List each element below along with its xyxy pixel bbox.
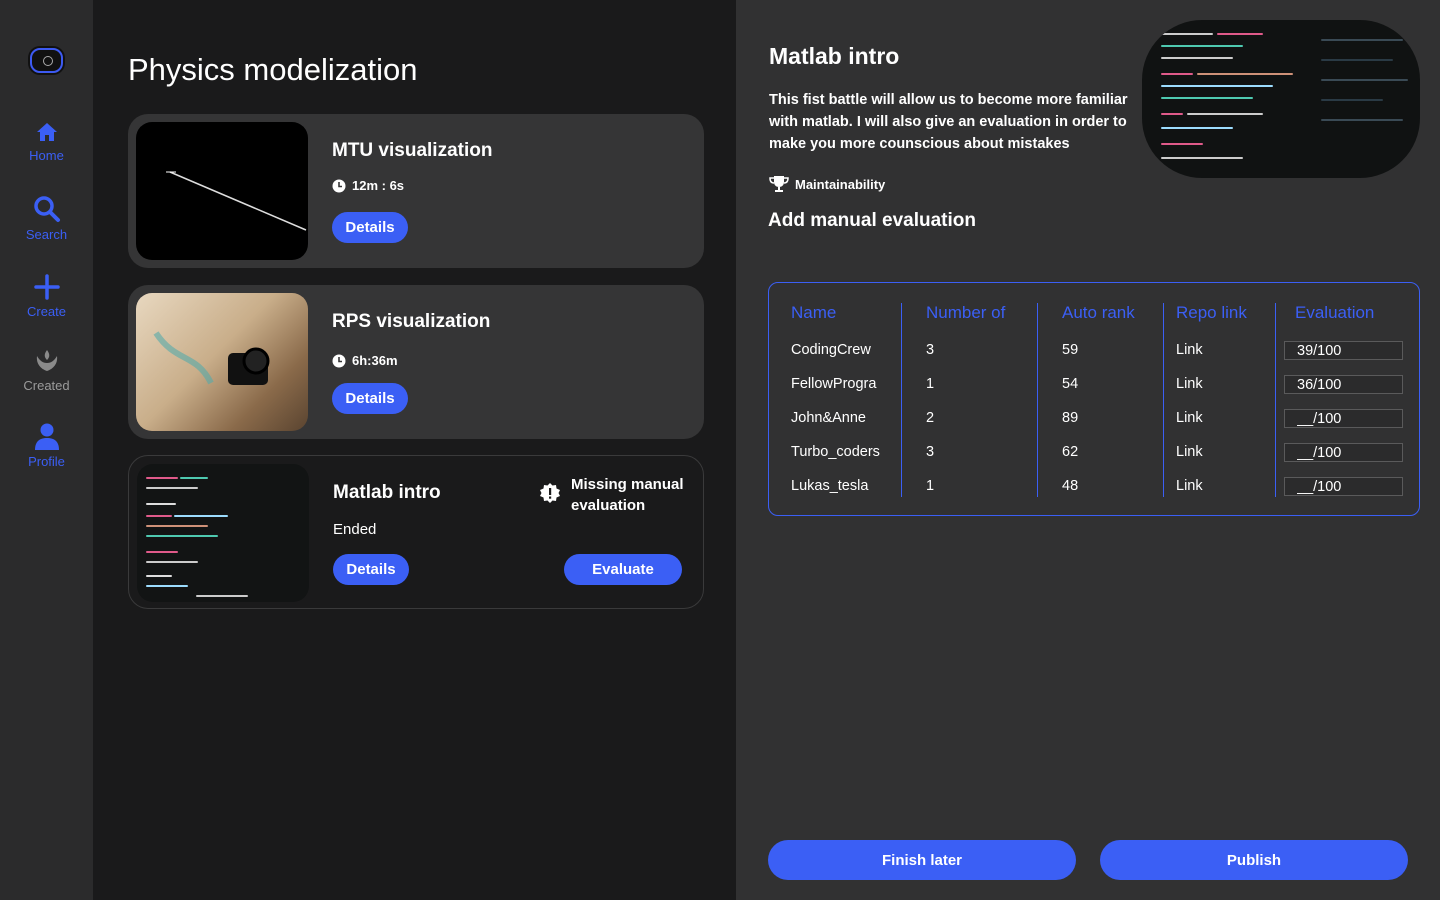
sidebar-item-label: Created (23, 378, 70, 393)
battle-detail-panel: Matlab intro This fist battle will allow… (736, 0, 1440, 900)
table-column-rank: Auto rank 59 54 89 62 48 (1037, 303, 1163, 497)
card-title: RPS visualization (332, 311, 491, 332)
card-thumbnail (137, 464, 309, 602)
sidebar-item-label: Home (29, 148, 64, 163)
page-title: Physics modelization (128, 52, 418, 87)
table-header-number: Number of (926, 303, 1006, 322)
card-duration-text: 6h:36m (352, 353, 398, 368)
evaluation-input[interactable] (1284, 409, 1403, 428)
card-title: MTU visualization (332, 140, 493, 161)
table-cell-name: John&Anne (791, 410, 866, 426)
repo-link[interactable]: Link (1176, 342, 1203, 358)
card-duration: 12m : 6s (332, 178, 404, 193)
emblem-icon (36, 350, 57, 371)
table-cell-rank: 48 (1062, 478, 1079, 494)
sidebar-item-label: Profile (28, 454, 65, 469)
details-button[interactable]: Details (333, 554, 409, 585)
clock-icon (332, 179, 346, 192)
app-logo[interactable] (30, 48, 63, 73)
evaluation-input[interactable] (1284, 341, 1403, 360)
repo-link[interactable]: Link (1176, 444, 1203, 460)
table-header-repo: Repo link (1176, 303, 1247, 322)
sidebar-item-search[interactable]: Search (0, 195, 93, 242)
table-cell-rank: 54 (1062, 376, 1079, 392)
evaluation-input[interactable] (1284, 375, 1403, 394)
detail-tag-text: Maintainability (795, 176, 886, 192)
sidebar-item-home[interactable]: Home (0, 120, 93, 163)
sidebar: Home Search Create Created Profile (0, 0, 93, 900)
home-icon (36, 123, 57, 141)
details-button[interactable]: Details (332, 212, 408, 243)
search-icon (33, 196, 60, 222)
warning-text: Missing manual evaluation (571, 476, 684, 514)
missing-evaluation-warning: Missing manual evaluation (539, 474, 691, 516)
table-cell-name: FellowProgra (791, 376, 877, 392)
sidebar-item-profile[interactable]: Profile (0, 422, 93, 469)
table-column-number: Number of 3 1 2 3 1 (901, 303, 1037, 497)
alert-badge-icon (540, 483, 560, 503)
finish-later-button[interactable]: Finish later (768, 840, 1076, 880)
plus-icon (33, 274, 60, 300)
card-thumbnail (136, 122, 308, 260)
table-cell-rank: 59 (1062, 342, 1079, 358)
clock-icon (332, 354, 346, 367)
repo-link[interactable]: Link (1176, 376, 1203, 392)
battle-list-panel: Physics modelization MTU visualization 1… (93, 0, 736, 900)
repo-link[interactable]: Link (1176, 410, 1203, 426)
table-cell-number: 3 (926, 444, 935, 460)
card-duration: 6h:36m (332, 353, 398, 368)
sidebar-item-created[interactable]: Created (0, 348, 93, 393)
card-status-text: Ended (333, 521, 377, 538)
sidebar-item-label: Create (26, 304, 67, 319)
table-cell-number: 1 (926, 376, 935, 392)
table-cell-rank: 89 (1062, 410, 1079, 426)
table-cell-rank: 62 (1062, 444, 1079, 460)
table-column-repo: Repo link Link Link Link Link Link (1163, 303, 1275, 497)
evaluation-table: Name CodingCrew FellowProgra John&Anne T… (768, 282, 1420, 516)
evaluation-input[interactable] (1284, 443, 1403, 462)
card-thumbnail (136, 293, 308, 431)
table-header-evaluation: Evaluation (1295, 303, 1375, 322)
detail-description: This fist battle will allow us to become… (769, 92, 1128, 152)
sidebar-item-label: Search (25, 227, 68, 242)
sidebar-item-create[interactable]: Create (0, 274, 93, 319)
detail-title: Matlab intro (769, 43, 900, 69)
table-cell-number: 3 (926, 342, 935, 358)
table-cell-name: Turbo_coders (791, 444, 880, 460)
detail-tag: Maintainability (769, 175, 885, 193)
battle-card-mtu[interactable]: MTU visualization 12m : 6s Details (128, 114, 704, 268)
details-button[interactable]: Details (332, 383, 408, 414)
table-cell-number: 2 (926, 410, 935, 426)
detail-hero-image (1142, 20, 1420, 178)
user-icon (34, 423, 59, 450)
table-cell-number: 1 (926, 478, 935, 494)
card-duration-text: 12m : 6s (352, 178, 405, 193)
table-column-name: Name CodingCrew FellowProgra John&Anne T… (769, 303, 901, 497)
section-subtitle: Add manual evaluation (768, 210, 976, 231)
trophy-icon (769, 176, 789, 192)
battle-card-rps[interactable]: RPS visualization 6h:36m Details (128, 285, 704, 439)
table-cell-name: CodingCrew (791, 342, 871, 358)
table-header-name: Name (791, 303, 837, 322)
evaluate-button[interactable]: Evaluate (564, 554, 682, 585)
table-header-rank: Auto rank (1062, 303, 1135, 322)
battle-card-matlab[interactable]: Matlab intro Ended Missing manual evalua… (128, 455, 704, 609)
table-cell-name: Lukas_tesla (791, 478, 869, 494)
table-column-evaluation: Evaluation (1275, 303, 1419, 497)
card-status: Ended (333, 521, 376, 538)
evaluation-input[interactable] (1284, 477, 1403, 496)
repo-link[interactable]: Link (1176, 478, 1203, 494)
card-title: Matlab intro (333, 482, 441, 503)
publish-button[interactable]: Publish (1100, 840, 1408, 880)
